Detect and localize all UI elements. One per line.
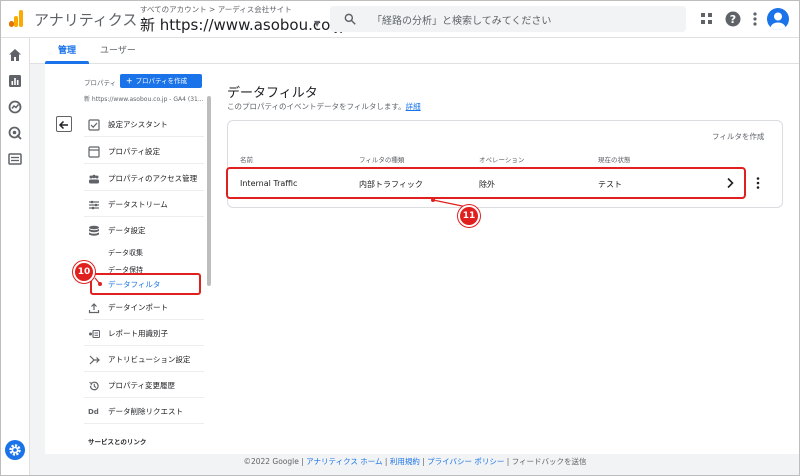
create-property-label: プロパティを作成	[135, 77, 188, 85]
column-header-current-state: 現在の状態	[598, 156, 631, 164]
property-icon	[88, 146, 100, 158]
chevron-right-icon[interactable]	[724, 176, 736, 190]
footer-separator: |	[384, 457, 388, 466]
section-product-links: サービスとのリンク	[88, 438, 147, 446]
page-title: データフィルタ	[227, 86, 318, 101]
sidebar-item-label: 設定アシスタント	[108, 120, 168, 129]
top-app-bar: アナリティクス すべてのアカウント > アーディス会社サイト 新 https:/…	[0, 0, 800, 38]
reports-icon[interactable]	[8, 74, 22, 88]
create-filter-button[interactable]: フィルタを作成	[712, 131, 764, 142]
more-vert-icon[interactable]	[746, 10, 764, 28]
property-url[interactable]: 新 https://www.asobou.co.jp - GA4 (31...	[84, 94, 204, 103]
footer-feedback-link[interactable]: フィードバックを送信	[512, 457, 587, 466]
sidebar-item-label: アトリビューション設定	[108, 355, 191, 364]
sidebar-item-data-streams[interactable]: データストリーム	[84, 193, 204, 217]
arrow-back-icon	[58, 120, 68, 130]
home-icon[interactable]	[8, 48, 22, 62]
identifier-icon	[89, 329, 100, 339]
cell-operation: 除外	[479, 180, 495, 189]
advertising-icon[interactable]	[8, 126, 22, 140]
column-header-name: 名前	[240, 156, 253, 164]
sidebar-item-label: データストリーム	[108, 200, 168, 209]
sidebar-item-data-import[interactable]: データインポート	[84, 296, 204, 320]
svg-text:?: ?	[730, 13, 736, 26]
checkbox-icon	[88, 119, 100, 131]
learn-more-link[interactable]: 詳細	[406, 102, 421, 111]
gear-icon	[9, 444, 21, 456]
sidebar-item-label: レポート用識別子	[108, 329, 168, 338]
sub-item-data-collection[interactable]: データ収集	[108, 248, 143, 258]
cell-filter-type: 内部トラフィック	[359, 180, 423, 189]
footer: ©2022 Google | アナリティクス ホーム | 利用規約 | プライバ…	[30, 454, 800, 476]
sub-item-data-filters[interactable]: データフィルタ	[108, 279, 160, 290]
sidebar-item-label: データ削除リクエスト	[108, 407, 183, 416]
list-icon[interactable]	[8, 152, 22, 166]
sidebar-item-label: データインポート	[108, 303, 168, 312]
avatar[interactable]	[767, 8, 789, 30]
search-icon	[344, 13, 356, 25]
footer-link-home[interactable]: アナリティクス ホーム	[306, 457, 382, 466]
annotation-badge: 11	[458, 205, 480, 227]
attribution-icon	[89, 355, 100, 365]
admin-settings-button[interactable]	[5, 440, 25, 460]
back-button[interactable]	[56, 116, 72, 132]
user-icon	[770, 12, 786, 30]
tab-user[interactable]: ユーザー	[100, 38, 136, 64]
footer-copyright: ©2022 Google	[243, 457, 299, 466]
sidebar-item-setup-assistant[interactable]: 設定アシスタント	[84, 113, 204, 137]
sidebar-scrollbar[interactable]	[207, 96, 211, 286]
footer-link-terms[interactable]: 利用規約	[390, 457, 420, 466]
dropdown-caret-icon[interactable]: ▼	[314, 19, 320, 28]
sidebar-item-attribution[interactable]: アトリビューション設定	[84, 348, 204, 372]
sidebar-item-change-history[interactable]: プロパティ変更履歴	[84, 374, 204, 398]
page-description-text: このプロパティのイベントデータをフィルタします。	[227, 102, 406, 111]
plus-icon: ＋	[126, 77, 133, 85]
annotation-badge: 10	[73, 261, 95, 283]
sidebar-item-label: プロパティ設定	[108, 147, 161, 156]
app-title: アナリティクス	[34, 11, 138, 29]
sidebar-item-label: プロパティのアクセス管理	[108, 174, 198, 183]
sidebar-item-data-deletion[interactable]: Dd データ削除リクエスト	[84, 400, 204, 424]
apps-grid-icon[interactable]	[698, 10, 716, 28]
column-header-filter-type: フィルタの種類	[359, 156, 405, 164]
footer-separator: |	[301, 457, 304, 466]
database-icon	[89, 225, 99, 236]
left-nav-rail	[0, 38, 30, 476]
footer-separator: |	[422, 457, 425, 466]
page-description: このプロパティのイベントデータをフィルタします。詳細	[227, 101, 421, 112]
admin-tabs: 管理 ユーザー	[30, 38, 800, 64]
sidebar-item-reporting-identity[interactable]: レポート用識別子	[84, 322, 204, 346]
explore-icon[interactable]	[8, 100, 22, 114]
sidebar-item-label: プロパティ変更履歴	[108, 381, 176, 390]
history-icon	[89, 381, 99, 391]
sidebar-item-property-settings[interactable]: プロパティ設定	[84, 140, 204, 164]
column-header-operation: オペレーション	[479, 156, 525, 164]
analytics-logo-icon[interactable]	[9, 10, 23, 27]
cell-filter-name: Internal Traffic	[240, 179, 298, 188]
streams-icon	[89, 200, 99, 210]
sidebar-item-label: データ設定	[108, 226, 146, 235]
footer-separator: |	[506, 457, 510, 466]
search-bar[interactable]: 「経路の分析」と検索してみてください	[330, 6, 686, 32]
more-vert-icon[interactable]	[756, 177, 760, 189]
upload-icon	[88, 303, 100, 314]
property-label: プロパティ	[84, 79, 117, 87]
footer-link-privacy[interactable]: プライバシー ポリシー	[427, 457, 504, 466]
cell-current-state: テスト	[598, 180, 622, 189]
search-placeholder: 「経路の分析」と検索してみてください	[372, 16, 552, 27]
create-property-button[interactable]: ＋プロパティを作成	[120, 74, 202, 88]
dd-icon: Dd	[88, 408, 99, 416]
help-icon[interactable]: ?	[724, 10, 742, 28]
sidebar-item-access-management[interactable]: プロパティのアクセス管理	[84, 167, 204, 191]
sidebar-item-data-settings[interactable]: データ設定	[84, 219, 204, 243]
people-icon	[89, 174, 99, 184]
